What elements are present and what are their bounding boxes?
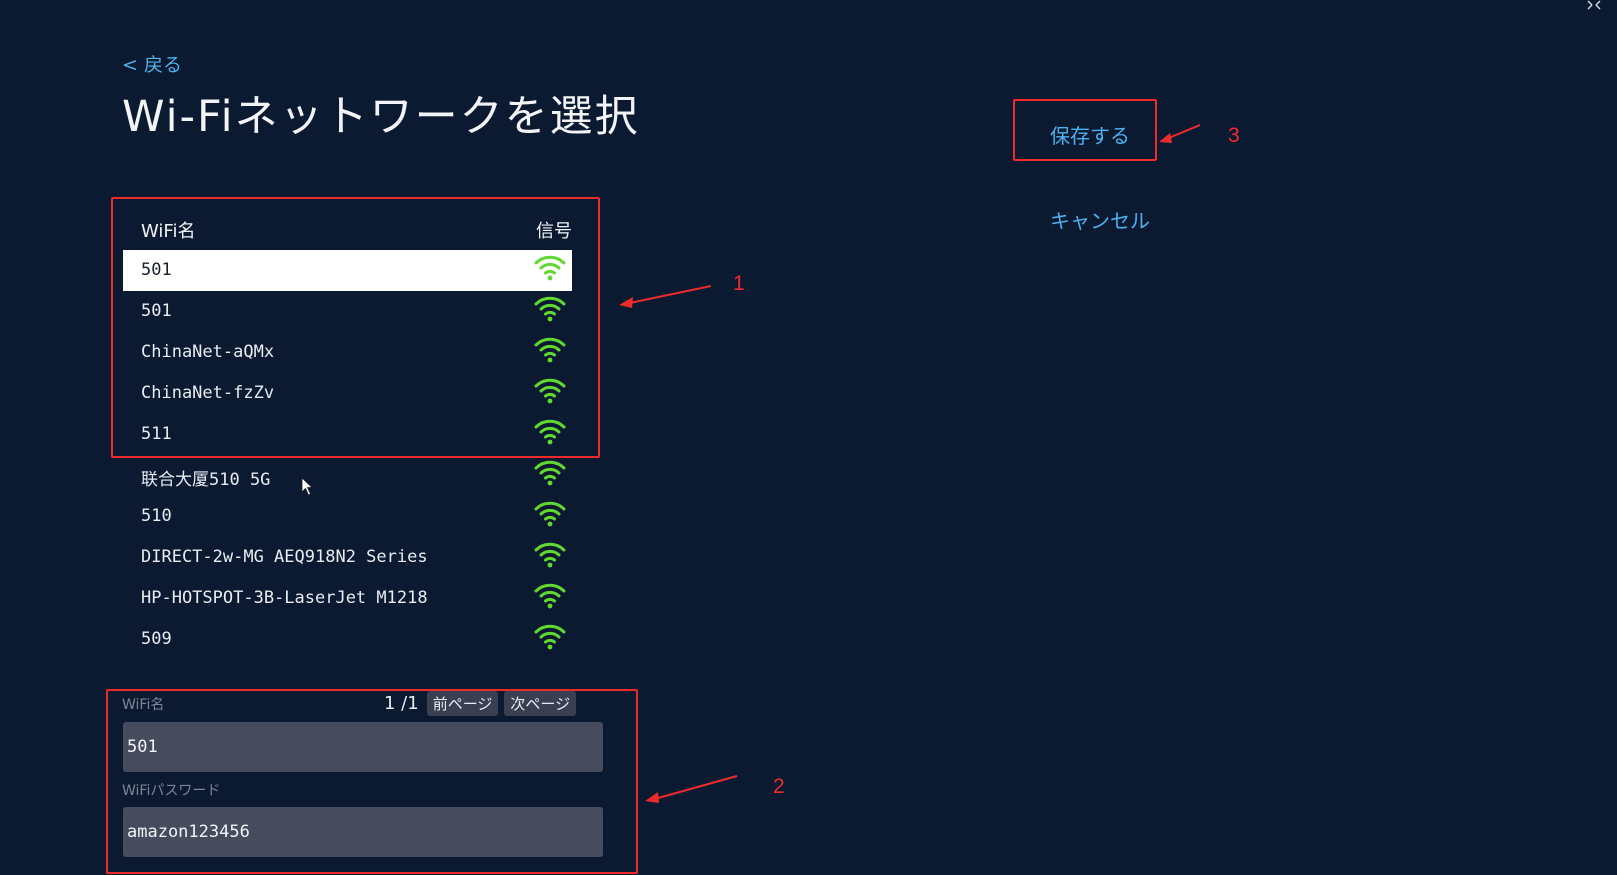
annotation-arrow-2 xyxy=(645,775,738,803)
network-row[interactable]: HP-HOTSPOT-3B-LaserJet M1218 xyxy=(123,578,572,619)
network-ssid: 510 xyxy=(141,506,172,526)
page-title: Wi-Fiネットワークを選択 xyxy=(122,92,640,142)
network-list: 501 501 ChinaNet-aQMx ChinaNet-fzZv 511 联合大厦5… xyxy=(123,250,572,660)
previous-page-button[interactable]: 前ページ xyxy=(426,690,499,716)
next-page-button[interactable]: 次ページ xyxy=(504,690,577,716)
network-ssid: 509 xyxy=(141,629,172,649)
network-ssid: ChinaNet-fzZv xyxy=(141,383,275,403)
network-ssid: HP-HOTSPOT-3B-LaserJet M1218 xyxy=(141,588,428,608)
annotation-number-1: 1 xyxy=(733,272,745,295)
network-row[interactable]: DIRECT-2w-MG AEQ918N2 Series xyxy=(123,537,572,578)
annotation-number-3: 3 xyxy=(1228,124,1240,147)
network-row[interactable]: ChinaNet-aQMx xyxy=(123,332,572,373)
cancel-button[interactable]: キャンセル xyxy=(1050,205,1150,234)
annotation-arrow-1 xyxy=(619,285,712,308)
network-row[interactable]: 509 xyxy=(123,619,572,660)
wifi-signal-icon xyxy=(534,255,566,281)
wifi-signal-icon xyxy=(534,624,566,650)
network-row[interactable]: 510 xyxy=(123,496,572,537)
annotation-arrow-3 xyxy=(1159,124,1201,143)
password-field-label: WiFiパスワード xyxy=(122,783,221,799)
password-input[interactable] xyxy=(123,807,603,857)
column-header-wifi-name: WiFi名 xyxy=(141,221,196,242)
wifi-signal-icon xyxy=(534,296,566,322)
wifi-signal-icon xyxy=(534,460,566,486)
wifi-signal-icon xyxy=(534,542,566,568)
network-row[interactable]: 501 xyxy=(123,291,572,332)
back-link[interactable]: < 戻る xyxy=(122,50,182,77)
save-button[interactable]: 保存する xyxy=(1050,120,1130,149)
column-header-signal: 信号 xyxy=(536,221,572,242)
network-ssid: 501 xyxy=(141,260,172,280)
network-ssid: ChinaNet-aQMx xyxy=(141,342,275,362)
network-ssid: 511 xyxy=(141,424,172,444)
network-row[interactable]: 511 xyxy=(123,414,572,455)
wifi-signal-icon xyxy=(534,501,566,527)
annotation-number-2: 2 xyxy=(773,775,785,798)
mouse-pointer-icon xyxy=(301,477,314,496)
wifi-signal-icon xyxy=(534,583,566,609)
wifi-signal-icon xyxy=(534,378,566,404)
network-row[interactable]: ChinaNet-fzZv xyxy=(123,373,572,414)
network-ssid: 联合大厦510 5G xyxy=(141,470,271,490)
network-list-header: WiFi名 信号 xyxy=(122,215,572,245)
ssid-field-label: WiFi名 xyxy=(122,697,165,713)
ssid-input[interactable] xyxy=(123,722,603,772)
wifi-signal-icon xyxy=(534,337,566,363)
pagination: 1 /1 前ページ 次ページ xyxy=(384,690,577,716)
wifi-signal-icon xyxy=(534,419,566,445)
network-ssid: 501 xyxy=(141,301,172,321)
network-ssid: DIRECT-2w-MG AEQ918N2 Series xyxy=(141,547,428,567)
expand-icon[interactable] xyxy=(1587,0,1601,10)
page-indicator: 1 /1 xyxy=(384,692,419,714)
network-row[interactable]: 501 xyxy=(123,250,572,291)
network-row[interactable]: 联合大厦510 5G xyxy=(123,455,572,496)
